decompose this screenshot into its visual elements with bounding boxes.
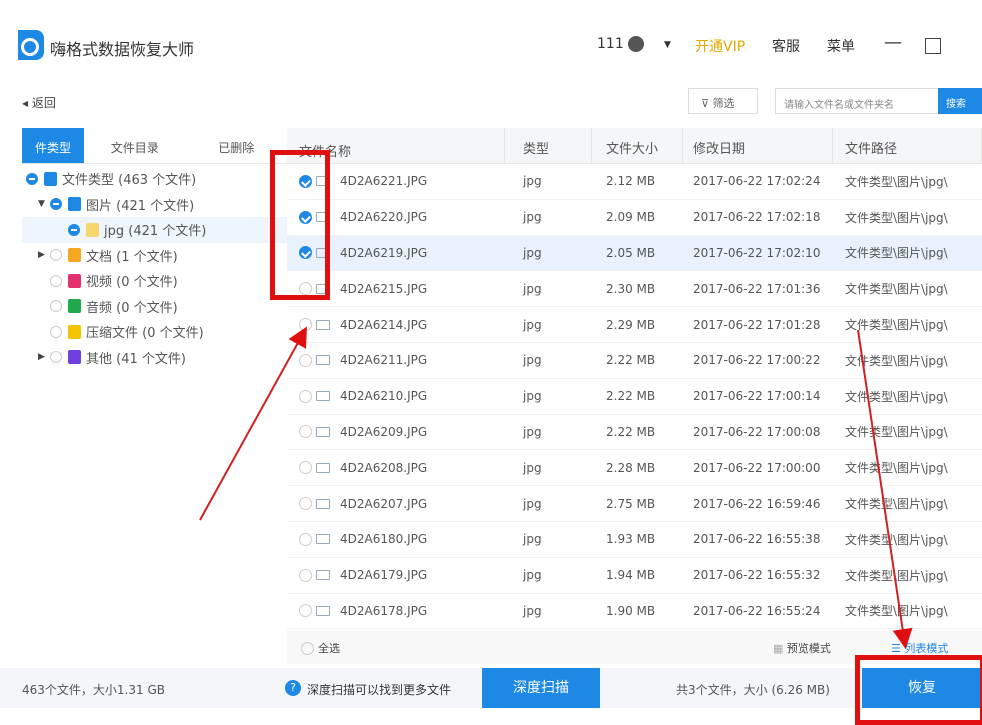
annotation-arrow <box>857 329 913 649</box>
annotation-arrows <box>199 326 913 649</box>
annotation-arrow <box>199 326 307 521</box>
